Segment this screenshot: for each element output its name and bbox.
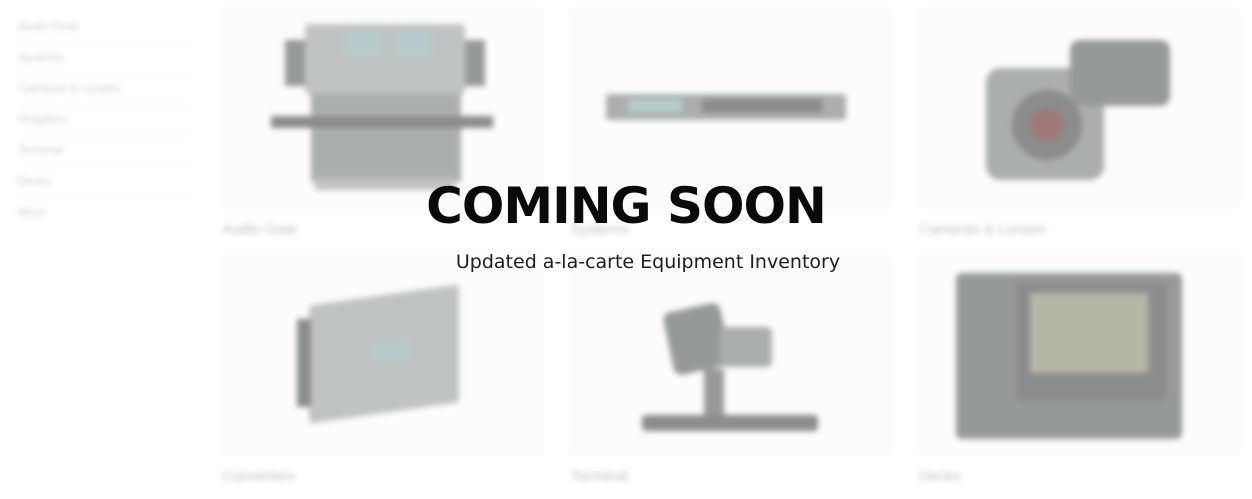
coming-soon-page: Audio Gear Systems Cameras & Lenses Grap… xyxy=(0,0,1252,499)
coming-soon-overlay: COMING SOON Updated a-la-carte Equipment… xyxy=(0,0,1252,499)
coming-soon-headline: COMING SOON xyxy=(426,177,827,235)
coming-soon-subline: Updated a-la-carte Equipment Inventory xyxy=(455,251,841,273)
